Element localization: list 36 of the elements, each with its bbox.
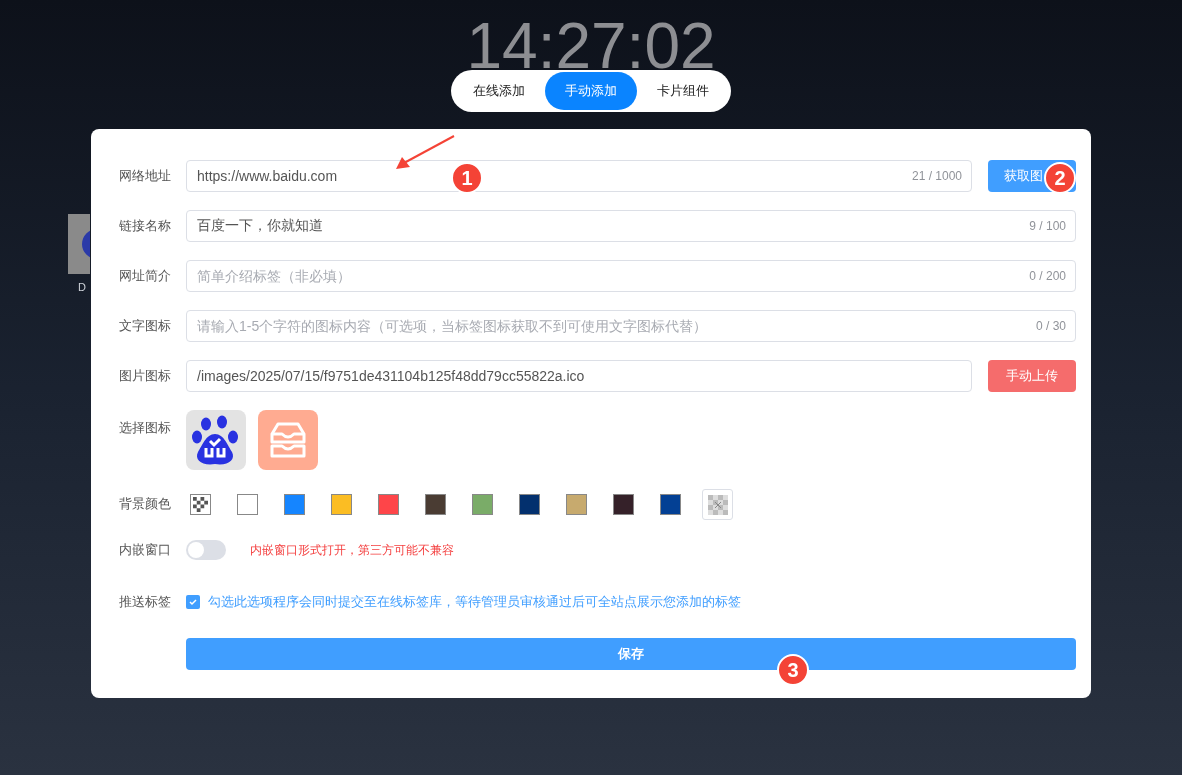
field-label: 文字图标	[119, 317, 172, 336]
desktop-icon-label: D	[78, 282, 86, 293]
char-count: 0 / 200	[1029, 268, 1066, 284]
field-label: 背景颜色	[119, 495, 172, 514]
toggle-switch[interactable]	[186, 540, 226, 560]
field-label: 推送标签	[119, 593, 172, 612]
color-swatch[interactable]	[284, 493, 305, 515]
color-swatch[interactable]	[660, 493, 681, 515]
push-description: 勾选此选项程序会同时提交至在线标签库，等待管理员审核通过后可全站点展示您添加的标签	[208, 593, 741, 612]
field-label: 链接名称	[119, 217, 172, 236]
tray-icon[interactable]	[258, 410, 318, 470]
color-swatch[interactable]	[613, 493, 634, 515]
color-swatch[interactable]	[566, 493, 587, 515]
color-swatch[interactable]	[378, 493, 399, 515]
field-label: 网络地址	[119, 167, 172, 186]
baidu-paw-icon[interactable]	[186, 410, 246, 470]
clock: 14:27:02	[466, 14, 716, 70]
field-label: 内嵌窗口	[119, 541, 172, 560]
field-label: 选择图标	[119, 419, 172, 437]
color-swatch[interactable]	[237, 493, 258, 515]
input-field[interactable]: /images/2025/07/15/f9751de431104b125f48dd79cc55822a.ico	[186, 360, 972, 392]
field-label: 网址简介	[119, 267, 172, 286]
tab[interactable]: 手动添加	[545, 72, 637, 110]
annotation-arrow	[394, 135, 456, 171]
field-label: 图片图标	[119, 367, 172, 386]
color-swatch[interactable]	[519, 493, 540, 515]
char-count: 9 / 100	[1029, 218, 1066, 234]
color-swatch[interactable]	[331, 493, 352, 515]
char-count: 0 / 30	[1035, 318, 1066, 334]
color-swatch[interactable]	[472, 493, 493, 515]
color-swatch[interactable]	[425, 493, 446, 515]
desktop-icon[interactable]	[68, 214, 90, 274]
custom-color-swatch[interactable]	[702, 488, 733, 520]
char-count: 21 / 1000	[911, 168, 962, 184]
embed-hint: 内嵌窗口形式打开，第三方可能不兼容	[250, 542, 454, 559]
transparent-swatch[interactable]	[190, 493, 211, 515]
